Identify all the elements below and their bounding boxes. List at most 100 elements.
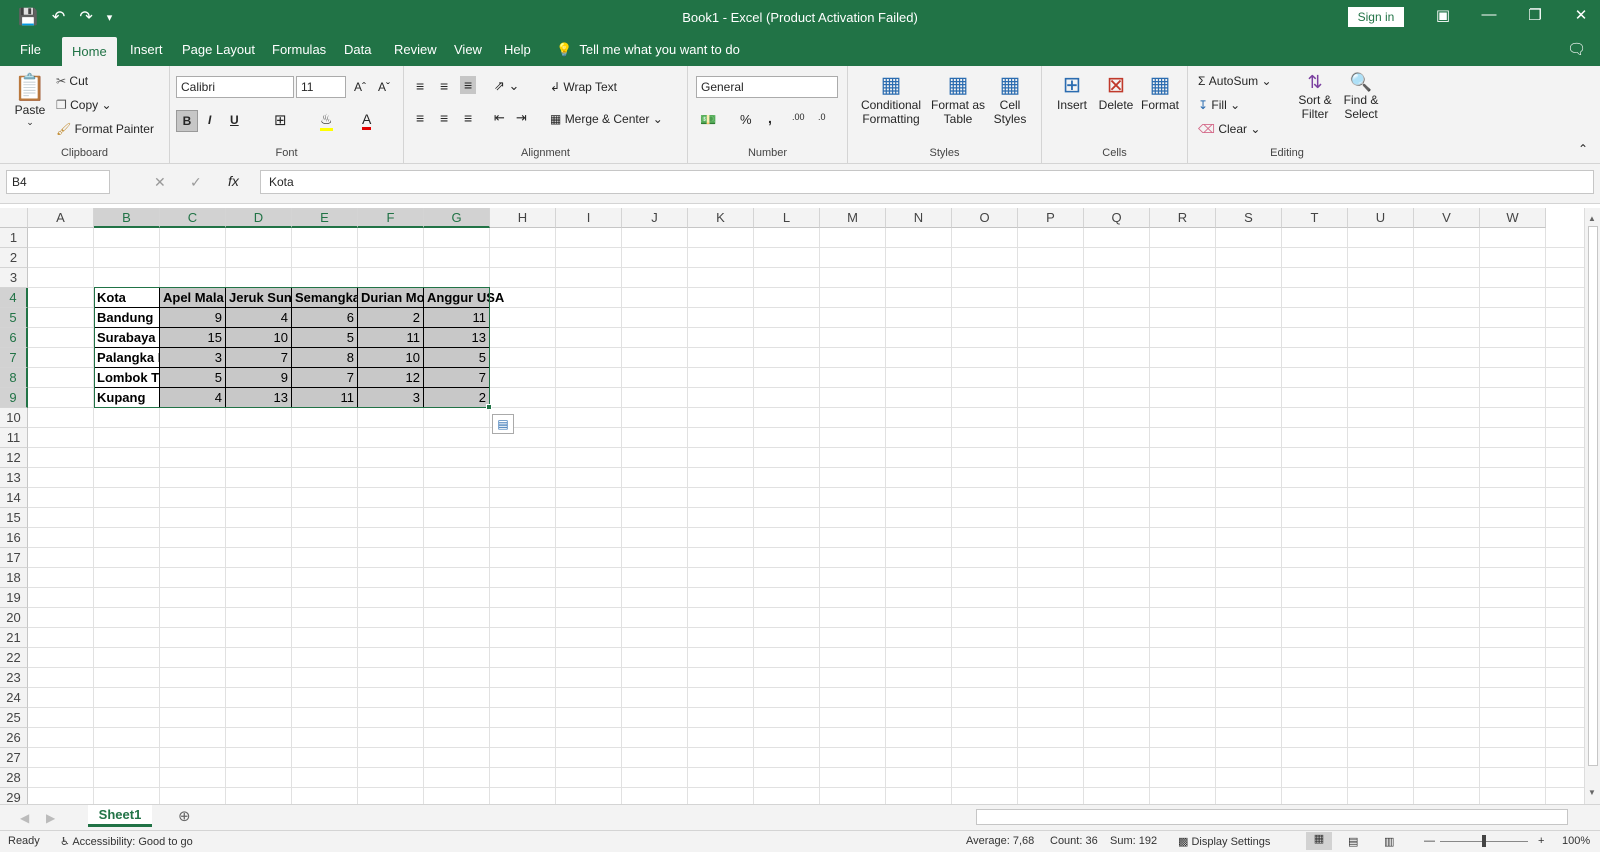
accounting-icon[interactable]: 💵: [700, 112, 716, 128]
value-cell[interactable]: 7: [292, 368, 358, 388]
city-cell[interactable]: Surabaya: [94, 328, 160, 348]
row-header-23[interactable]: 23: [0, 668, 28, 688]
value-cell[interactable]: 8: [292, 348, 358, 368]
column-header-h[interactable]: H: [490, 208, 556, 228]
row-header-13[interactable]: 13: [0, 468, 28, 488]
comments-icon[interactable]: 🗨: [1567, 40, 1586, 58]
column-header-r[interactable]: R: [1150, 208, 1216, 228]
scroll-up-icon[interactable]: ▲: [1588, 214, 1596, 223]
row-header-18[interactable]: 18: [0, 568, 28, 588]
tab-view[interactable]: View: [444, 34, 492, 66]
increase-font-icon[interactable]: Aˆ: [354, 80, 366, 94]
font-name-select[interactable]: Calibri: [176, 76, 294, 98]
column-header-j[interactable]: J: [622, 208, 688, 228]
insert-function-icon[interactable]: fx: [228, 173, 239, 189]
value-cell[interactable]: 5: [292, 328, 358, 348]
percent-icon[interactable]: %: [740, 112, 752, 127]
fill-color-icon[interactable]: ♨: [320, 111, 333, 131]
italic-button[interactable]: I: [208, 113, 211, 127]
tab-data[interactable]: Data: [334, 34, 381, 66]
value-cell[interactable]: 7: [424, 368, 490, 388]
decrease-decimal-icon[interactable]: .0: [818, 112, 826, 122]
row-header-7[interactable]: 7: [0, 348, 28, 368]
value-cell[interactable]: 10: [358, 348, 424, 368]
normal-view-icon[interactable]: ▦: [1306, 832, 1332, 850]
insert-cells-button[interactable]: ⊞ Insert: [1050, 72, 1094, 112]
value-cell[interactable]: 7: [226, 348, 292, 368]
column-header-p[interactable]: P: [1018, 208, 1084, 228]
row-header-22[interactable]: 22: [0, 648, 28, 668]
cancel-icon[interactable]: ✕: [154, 174, 166, 191]
value-cell[interactable]: 9: [160, 308, 226, 328]
format-painter-button[interactable]: 🖌 Format Painter: [56, 122, 154, 136]
city-cell[interactable]: Bandung: [94, 308, 160, 328]
city-cell[interactable]: Kupang: [94, 388, 160, 408]
value-cell[interactable]: 13: [424, 328, 490, 348]
increase-decimal-icon[interactable]: .00: [792, 112, 805, 122]
column-header-u[interactable]: U: [1348, 208, 1414, 228]
wrap-text-button[interactable]: ↲ Wrap Text: [550, 80, 617, 94]
header-cell[interactable]: Semangka: [292, 288, 358, 308]
column-header-d[interactable]: D: [226, 208, 292, 228]
clear-button[interactable]: ⌫ Clear ⌄: [1198, 122, 1260, 136]
cell-styles-button[interactable]: ▦ Cell Styles: [988, 72, 1032, 126]
delete-cells-button[interactable]: ⊠ Delete: [1094, 72, 1138, 112]
page-layout-view-icon[interactable]: ▤: [1348, 835, 1358, 848]
worksheet-grid[interactable]: A B C D E F G H I J K L M N O P Q R S T U V W 1 2 3 4 5 6 7 8 9 10 11 12 13…: [0, 208, 1584, 804]
prev-sheet-icon[interactable]: ◀: [20, 811, 29, 825]
minimize-icon[interactable]: —: [1466, 6, 1512, 24]
city-cell[interactable]: Lombok T: [94, 368, 160, 388]
header-cell[interactable]: Durian Mo: [358, 288, 424, 308]
column-header-q[interactable]: Q: [1084, 208, 1150, 228]
value-cell[interactable]: 5: [160, 368, 226, 388]
column-header-l[interactable]: L: [754, 208, 820, 228]
select-all-corner[interactable]: [0, 208, 28, 228]
collapse-ribbon-icon[interactable]: ⌃: [1578, 142, 1588, 156]
ribbon-display-icon[interactable]: ▣: [1420, 6, 1466, 24]
decrease-indent-icon[interactable]: ⇤: [494, 110, 505, 126]
value-cell[interactable]: 5: [424, 348, 490, 368]
align-middle-icon[interactable]: ≡: [440, 78, 448, 94]
column-header-w[interactable]: W: [1480, 208, 1546, 228]
row-header-21[interactable]: 21: [0, 628, 28, 648]
align-right-icon[interactable]: ≡: [464, 110, 472, 126]
increase-indent-icon[interactable]: ⇥: [516, 110, 527, 126]
row-header-25[interactable]: 25: [0, 708, 28, 728]
sort-filter-button[interactable]: ⇅ Sort & Filter: [1292, 72, 1338, 121]
value-cell[interactable]: 9: [226, 368, 292, 388]
row-header-17[interactable]: 17: [0, 548, 28, 568]
align-center-icon[interactable]: ≡: [440, 110, 448, 126]
value-cell[interactable]: 6: [292, 308, 358, 328]
align-bottom-icon[interactable]: ≡: [460, 76, 477, 94]
orientation-icon[interactable]: ⇗ ⌄: [494, 78, 519, 94]
zoom-slider-thumb[interactable]: [1482, 835, 1486, 847]
row-header-26[interactable]: 26: [0, 728, 28, 748]
font-size-select[interactable]: 11: [296, 76, 346, 98]
quick-analysis-icon[interactable]: ▤: [492, 414, 514, 434]
accessibility-status[interactable]: ♿ Accessibility: Good to go: [60, 835, 193, 848]
vertical-scrollbar[interactable]: ▲ ▼: [1584, 208, 1600, 804]
value-cell[interactable]: 13: [226, 388, 292, 408]
autosum-button[interactable]: Σ AutoSum ⌄: [1198, 74, 1272, 88]
row-header-14[interactable]: 14: [0, 488, 28, 508]
tab-insert[interactable]: Insert: [120, 34, 173, 66]
column-header-n[interactable]: N: [886, 208, 952, 228]
row-header-12[interactable]: 12: [0, 448, 28, 468]
zoom-out-icon[interactable]: —: [1424, 835, 1435, 847]
row-header-4[interactable]: 4: [0, 288, 28, 308]
borders-icon[interactable]: ⊞: [274, 111, 287, 129]
zoom-level[interactable]: 100%: [1562, 835, 1590, 847]
column-header-s[interactable]: S: [1216, 208, 1282, 228]
enter-icon[interactable]: ✓: [190, 174, 202, 191]
cut-button[interactable]: ✂ Cut: [56, 74, 88, 88]
scroll-down-icon[interactable]: ▼: [1588, 788, 1596, 797]
row-header-9[interactable]: 9: [0, 388, 28, 408]
header-cell[interactable]: Apel Mala: [160, 288, 226, 308]
zoom-in-icon[interactable]: +: [1538, 835, 1544, 847]
value-cell[interactable]: 11: [424, 308, 490, 328]
tab-home[interactable]: Home: [62, 37, 117, 66]
row-header-27[interactable]: 27: [0, 748, 28, 768]
next-sheet-icon[interactable]: ▶: [46, 811, 55, 825]
column-header-i[interactable]: I: [556, 208, 622, 228]
value-cell[interactable]: 3: [160, 348, 226, 368]
